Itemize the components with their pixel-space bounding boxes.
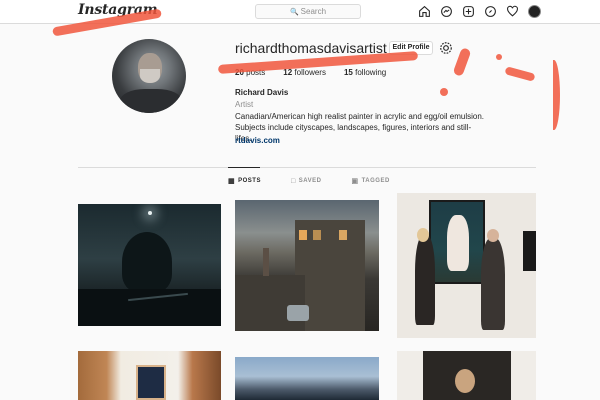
followers-label: followers [294,68,326,77]
bookmark-icon: □ [290,177,296,185]
annotation-stroke [504,66,536,82]
profile-website-link[interactable]: rtdavis.com [235,136,280,145]
following-stat[interactable]: 15 following [344,68,386,77]
profile-tabs: ▦ POSTS □ SAVED ▣ TAGGED [228,177,390,186]
profile-full-name: Richard Davis [235,88,289,97]
post-thumbnail[interactable] [397,351,536,400]
grid-icon: ▦ [228,178,236,185]
new-post-icon[interactable] [461,4,476,19]
tab-posts[interactable]: ▦ POSTS [228,177,261,185]
profile-category: Artist [235,100,254,109]
home-icon[interactable] [417,4,432,19]
annotation-stroke [496,54,502,60]
explore-icon[interactable] [483,4,498,19]
tabs-divider [78,167,536,168]
activity-heart-icon[interactable] [505,4,520,19]
post-thumbnail[interactable] [397,193,536,338]
profile-username: richardthomasdavisartist [235,40,387,56]
search-input[interactable]: 🔍 Search [255,4,361,19]
messenger-icon[interactable] [439,4,454,19]
following-count: 15 [343,68,353,77]
settings-gear-icon[interactable] [439,41,453,55]
tab-saved[interactable]: □ SAVED [291,177,321,185]
tab-tagged[interactable]: ▣ TAGGED [351,177,389,185]
annotation-stroke [452,47,472,77]
post-thumbnail[interactable] [78,351,221,400]
nav-icons [417,4,542,20]
followers-stat[interactable]: 12 followers [283,68,326,77]
tab-tagged-label: TAGGED [361,178,390,184]
active-tab-indicator [228,167,260,168]
search-icon: 🔍 [289,9,299,16]
tab-saved-label: SAVED [298,178,322,184]
search-placeholder: Search [300,7,327,16]
tag-icon: ▣ [351,178,359,185]
profile-avatar-icon[interactable] [527,4,542,19]
annotation-stroke [548,60,560,130]
profile-picture[interactable] [112,39,186,113]
post-thumbnail[interactable] [78,204,221,326]
tab-posts-label: POSTS [238,178,261,184]
annotation-stroke [440,88,448,96]
post-thumbnail[interactable] [235,357,379,400]
post-thumbnail[interactable] [235,200,379,331]
following-label: following [355,68,387,77]
